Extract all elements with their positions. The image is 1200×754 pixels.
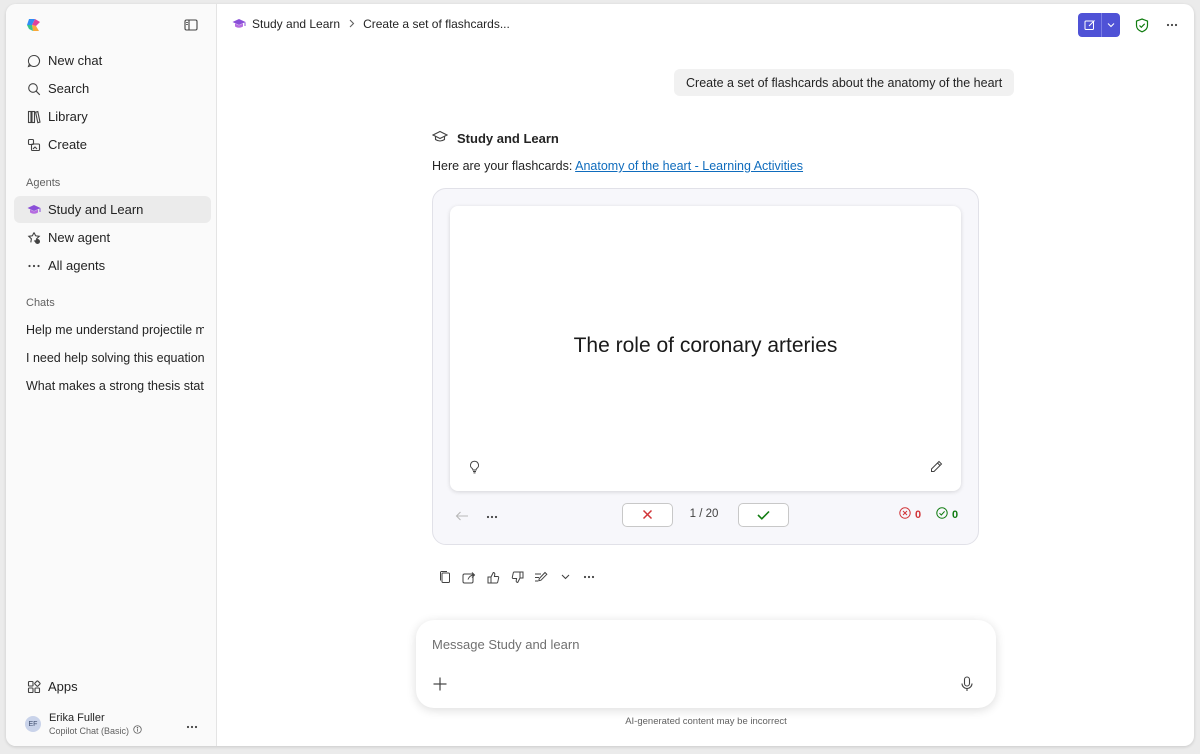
nav-library[interactable]: Library [14, 103, 211, 130]
agent-study-and-learn[interactable]: Study and Learn [14, 196, 211, 223]
chat-history-item[interactable]: What makes a strong thesis stateme... [26, 379, 204, 393]
agent-response-header: Study and Learn [431, 130, 559, 147]
message-input[interactable] [432, 634, 972, 654]
nav-library-label: Library [48, 109, 88, 124]
new-chat-split-button [1078, 13, 1120, 37]
chevron-right-icon [348, 17, 355, 31]
chevron-down-icon[interactable] [558, 570, 572, 584]
nav-search[interactable]: Search [14, 75, 211, 102]
agent-study-and-learn-label: Study and Learn [48, 202, 144, 217]
mark-wrong-button[interactable] [622, 503, 673, 527]
breadcrumb-chat[interactable]: Create a set of flashcards... [363, 17, 510, 31]
wrong-score: 0 [899, 507, 921, 522]
compose-icon[interactable] [1078, 13, 1102, 37]
share-icon[interactable] [462, 570, 476, 584]
agent-all-agents[interactable]: All agents [14, 252, 211, 279]
user-message: Create a set of flashcards about the ana… [674, 69, 1015, 96]
flashcard-widget: The role of coronary arteries 1 / 20 0 0 [432, 188, 979, 545]
user-name: Erika Fuller [49, 712, 105, 724]
more-actions-icon[interactable] [582, 570, 596, 584]
message-actions [438, 570, 606, 584]
search-icon [26, 81, 41, 96]
thumbs-up-icon[interactable] [486, 570, 500, 584]
sidebar-toggle-icon[interactable] [184, 18, 198, 32]
copilot-logo-icon[interactable] [26, 17, 42, 33]
copy-icon[interactable] [438, 570, 452, 584]
info-icon[interactable] [133, 725, 142, 736]
library-icon [26, 109, 41, 124]
nav-apps[interactable]: Apps [14, 673, 211, 700]
arrow-left-icon[interactable] [455, 509, 469, 524]
graduation-cap-outline-icon [431, 130, 449, 147]
user-plan: Copilot Chat (Basic) [49, 725, 130, 736]
wrong-count: 0 [915, 508, 922, 521]
edit-lines-icon[interactable] [534, 570, 548, 584]
nav-create-label: Create [48, 137, 88, 152]
breadcrumb: Study and Learn Create a set of flashcar… [232, 17, 510, 31]
user-profile[interactable]: EF Erika Fuller Copilot Chat (Basic) [25, 712, 142, 736]
sidebar: New chat Search Library Create Agents St… [6, 4, 217, 746]
chats-section-label: Chats [26, 297, 55, 309]
create-icon [26, 137, 41, 152]
more-icon [26, 258, 41, 273]
chat-bubble-icon [26, 53, 41, 68]
circle-check-icon [936, 507, 948, 522]
agents-section-label: Agents [26, 177, 61, 189]
microphone-icon[interactable] [960, 676, 974, 695]
agent-all-agents-label: All agents [48, 258, 106, 273]
ai-disclaimer: AI-generated content may be incorrect [625, 716, 787, 727]
mark-right-button[interactable] [738, 503, 789, 527]
message-composer [416, 620, 996, 708]
flashcard-front-text: The role of coronary arteries [573, 334, 838, 357]
pencil-icon[interactable] [930, 460, 943, 476]
new-agent-icon [26, 230, 41, 245]
chat-history-item[interactable]: Help me understand projectile moti... [26, 323, 204, 337]
nav-search-label: Search [48, 81, 90, 96]
nav-create[interactable]: Create [14, 131, 211, 158]
shield-check-icon[interactable] [1134, 17, 1150, 33]
graduation-cap-icon [232, 17, 246, 31]
chat-history-item[interactable]: I need help solving this equation 3x... [26, 351, 204, 365]
add-icon[interactable] [432, 676, 448, 695]
agent-name: Study and Learn [457, 131, 559, 146]
nav-new-chat-label: New chat [48, 53, 103, 68]
nav-apps-label: Apps [48, 679, 78, 694]
thumbs-down-icon[interactable] [510, 570, 524, 584]
app-window: New chat Search Library Create Agents St… [6, 4, 1194, 746]
lightbulb-icon[interactable] [468, 460, 481, 477]
user-more-icon[interactable] [186, 716, 198, 732]
right-count: 0 [952, 508, 959, 521]
avatar: EF [25, 716, 41, 732]
header-actions [1078, 13, 1180, 37]
close-icon [642, 508, 653, 523]
graduation-cap-icon [26, 202, 41, 217]
chevron-down-icon[interactable] [1102, 13, 1120, 37]
flashcards-link[interactable]: Anatomy of the heart - Learning Activiti… [575, 159, 803, 173]
agent-new-agent[interactable]: New agent [14, 224, 211, 251]
flashcard[interactable]: The role of coronary arteries [450, 206, 961, 491]
checkmark-icon [757, 508, 770, 523]
card-counter: 1 / 20 [689, 508, 719, 520]
more-options-icon[interactable] [1164, 17, 1180, 33]
apps-icon [26, 679, 41, 694]
agent-new-agent-label: New agent [48, 230, 111, 245]
circle-x-icon [899, 507, 911, 522]
agent-intro: Here are your flashcards: Anatomy of the… [432, 159, 803, 173]
flashcard-more-icon[interactable] [486, 507, 498, 522]
intro-text: Here are your flashcards: [432, 159, 576, 173]
breadcrumb-agent[interactable]: Study and Learn [252, 17, 340, 31]
nav-new-chat[interactable]: New chat [14, 47, 211, 74]
right-score: 0 [936, 507, 958, 522]
